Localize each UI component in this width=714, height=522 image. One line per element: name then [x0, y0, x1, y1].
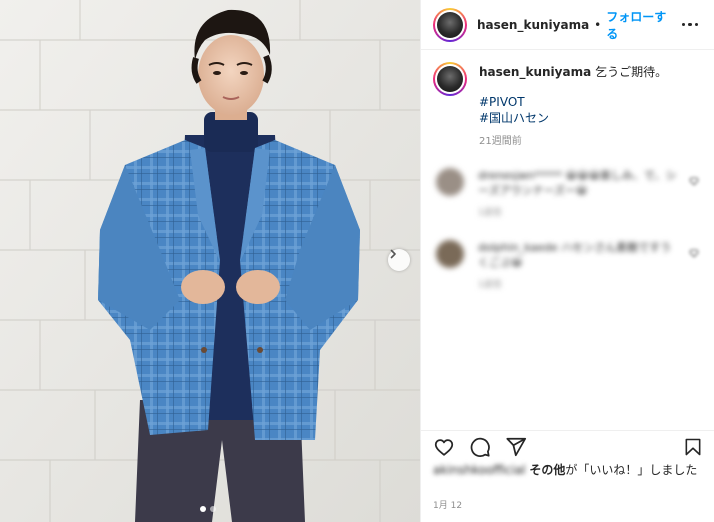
heart-icon — [434, 438, 454, 456]
share-button[interactable] — [505, 436, 527, 458]
likes-others-link[interactable]: その他 — [529, 463, 565, 477]
post-actions — [421, 430, 714, 462]
comment-replies[interactable]: 1返信 — [478, 278, 678, 293]
comment-button[interactable] — [469, 436, 491, 458]
comment-item: drenesjwn***** 😀😀😀楽しみ、で、シーズアウンナーズー😀 1返信 — [421, 168, 714, 221]
save-button[interactable] — [683, 437, 703, 457]
post-date: 1月 12 — [433, 501, 463, 511]
comment-avatar[interactable] — [436, 168, 464, 196]
comment-heart-icon[interactable] — [689, 248, 699, 258]
post-caption: hasen_kuniyama 乞うご期待。 #PIVOT #国山ハセン 21週間前 — [421, 50, 714, 150]
hashtag-pivot[interactable]: #PIVOT — [479, 94, 667, 110]
post-image — [0, 0, 420, 522]
header-separator: • — [594, 17, 602, 32]
like-button[interactable] — [433, 436, 455, 458]
caption-avatar[interactable] — [433, 62, 467, 96]
carousel-next-button[interactable] — [388, 249, 410, 271]
header-username[interactable]: hasen_kuniyama — [477, 18, 589, 32]
post-side-panel: hasen_kuniyama • フォローする hasen_kuniyama 乞う… — [420, 0, 714, 522]
comment-replies[interactable]: 1返信 — [478, 206, 678, 221]
post-photo[interactable] — [0, 0, 420, 522]
carousel-dot-1 — [200, 506, 206, 512]
comment-avatar[interactable] — [436, 240, 464, 268]
chevron-right-icon — [390, 249, 396, 259]
comment-item: dolphin_kaede ハセンさん素敵ですうくごぶ😀 1返信 — [421, 240, 714, 293]
bookmark-icon — [685, 438, 701, 455]
likes-summary: akinshkoofficial その他が「いいね！」しました — [433, 462, 703, 479]
carousel-indicator — [200, 506, 216, 512]
follow-button[interactable]: フォローする — [606, 8, 677, 42]
post-timestamp: 21週間前 — [479, 136, 522, 147]
likes-suffix: が「いいね！」しました — [565, 463, 698, 477]
comment-heart-icon[interactable] — [689, 176, 699, 186]
comment-text: dolphin_kaede ハセンさん素敵ですうくごぶ😀 — [478, 241, 672, 269]
caption-text: 乞うご期待。 — [595, 65, 668, 79]
comment-text: drenesjwn***** 😀😀😀楽しみ、で、シーズアウンナーズー😀 — [478, 169, 677, 197]
avatar[interactable] — [433, 7, 467, 42]
caption-username[interactable]: hasen_kuniyama — [479, 65, 591, 79]
comment-icon — [470, 437, 490, 457]
carousel-dot-2 — [210, 506, 216, 512]
liked-by-username[interactable]: akinshkoofficial — [433, 463, 526, 477]
post-header: hasen_kuniyama • フォローする — [421, 0, 714, 50]
hashtag-kuniyama-hasen[interactable]: #国山ハセン — [479, 110, 667, 126]
paper-plane-icon — [506, 437, 527, 456]
more-options-icon[interactable] — [678, 19, 703, 31]
